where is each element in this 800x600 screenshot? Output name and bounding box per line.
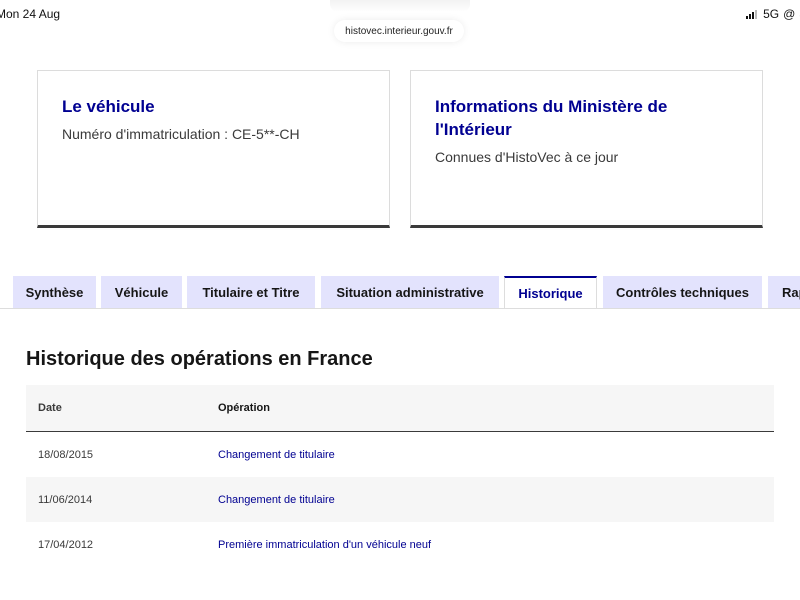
tab-vehicule[interactable]: Véhicule [101,276,182,309]
tab-situation-administrative[interactable]: Situation administrative [321,276,499,309]
network-label: 5G [763,7,780,21]
tab-synthese[interactable]: Synthèse [13,276,96,309]
row-operation-link[interactable]: Première immatriculation d'un véhicule n… [206,539,774,551]
vehicle-card: Le véhicule Numéro d'immatriculation : C… [37,70,390,228]
ministry-card: Informations du Ministère de l'Intérieur… [410,70,763,228]
table-row: 17/04/2012 Première immatriculation d'un… [26,522,774,567]
table-header: Date Opération [26,385,774,432]
row-date: 11/06/2014 [38,493,93,506]
panel-title: Historique des opérations en France [26,348,373,370]
tab-bar: Synthèse Véhicule Titulaire et Titre Sit… [0,276,800,309]
row-operation-link[interactable]: Changement de titulaire [206,449,774,461]
vehicle-card-title: Le véhicule [62,97,155,116]
row-operation-link[interactable]: Changement de titulaire [206,494,774,506]
column-header-date: Date [38,402,62,414]
tab-historique[interactable]: Historique [504,276,597,309]
toolbar-background [330,0,470,12]
ministry-card-subtitle: Connues d'HistoVec à ce jour [435,149,619,165]
status-indicators: 5G @ 3 [746,7,800,21]
tab-titulaire[interactable]: Titulaire et Titre [187,276,315,309]
url-text: histovec.interieur.gouv.fr [345,25,453,37]
signal-icon [746,9,758,19]
operations-table: Date Opération 18/08/2015 Changement de … [26,385,774,567]
tabs-divider [0,308,800,309]
address-bar[interactable]: histovec.interieur.gouv.fr [334,20,464,42]
table-row: 18/08/2015 Changement de titulaire [26,432,774,477]
registration-number: Numéro d'immatriculation : CE-5**-CH [62,126,300,142]
tab-controles-techniques[interactable]: Contrôles techniques [603,276,762,309]
row-date: 18/08/2015 [38,448,94,461]
rotation-lock-icon: @ [783,7,796,21]
status-time: Mon 24 Aug [0,7,61,21]
tab-rapport[interactable]: Rap [768,276,800,309]
table-row: 11/06/2014 Changement de titulaire [26,477,774,522]
column-header-operation: Opération [218,402,270,414]
ministry-card-title: Informations du Ministère de l'Intérieur [435,97,668,139]
row-date: 17/04/2012 [38,538,94,551]
